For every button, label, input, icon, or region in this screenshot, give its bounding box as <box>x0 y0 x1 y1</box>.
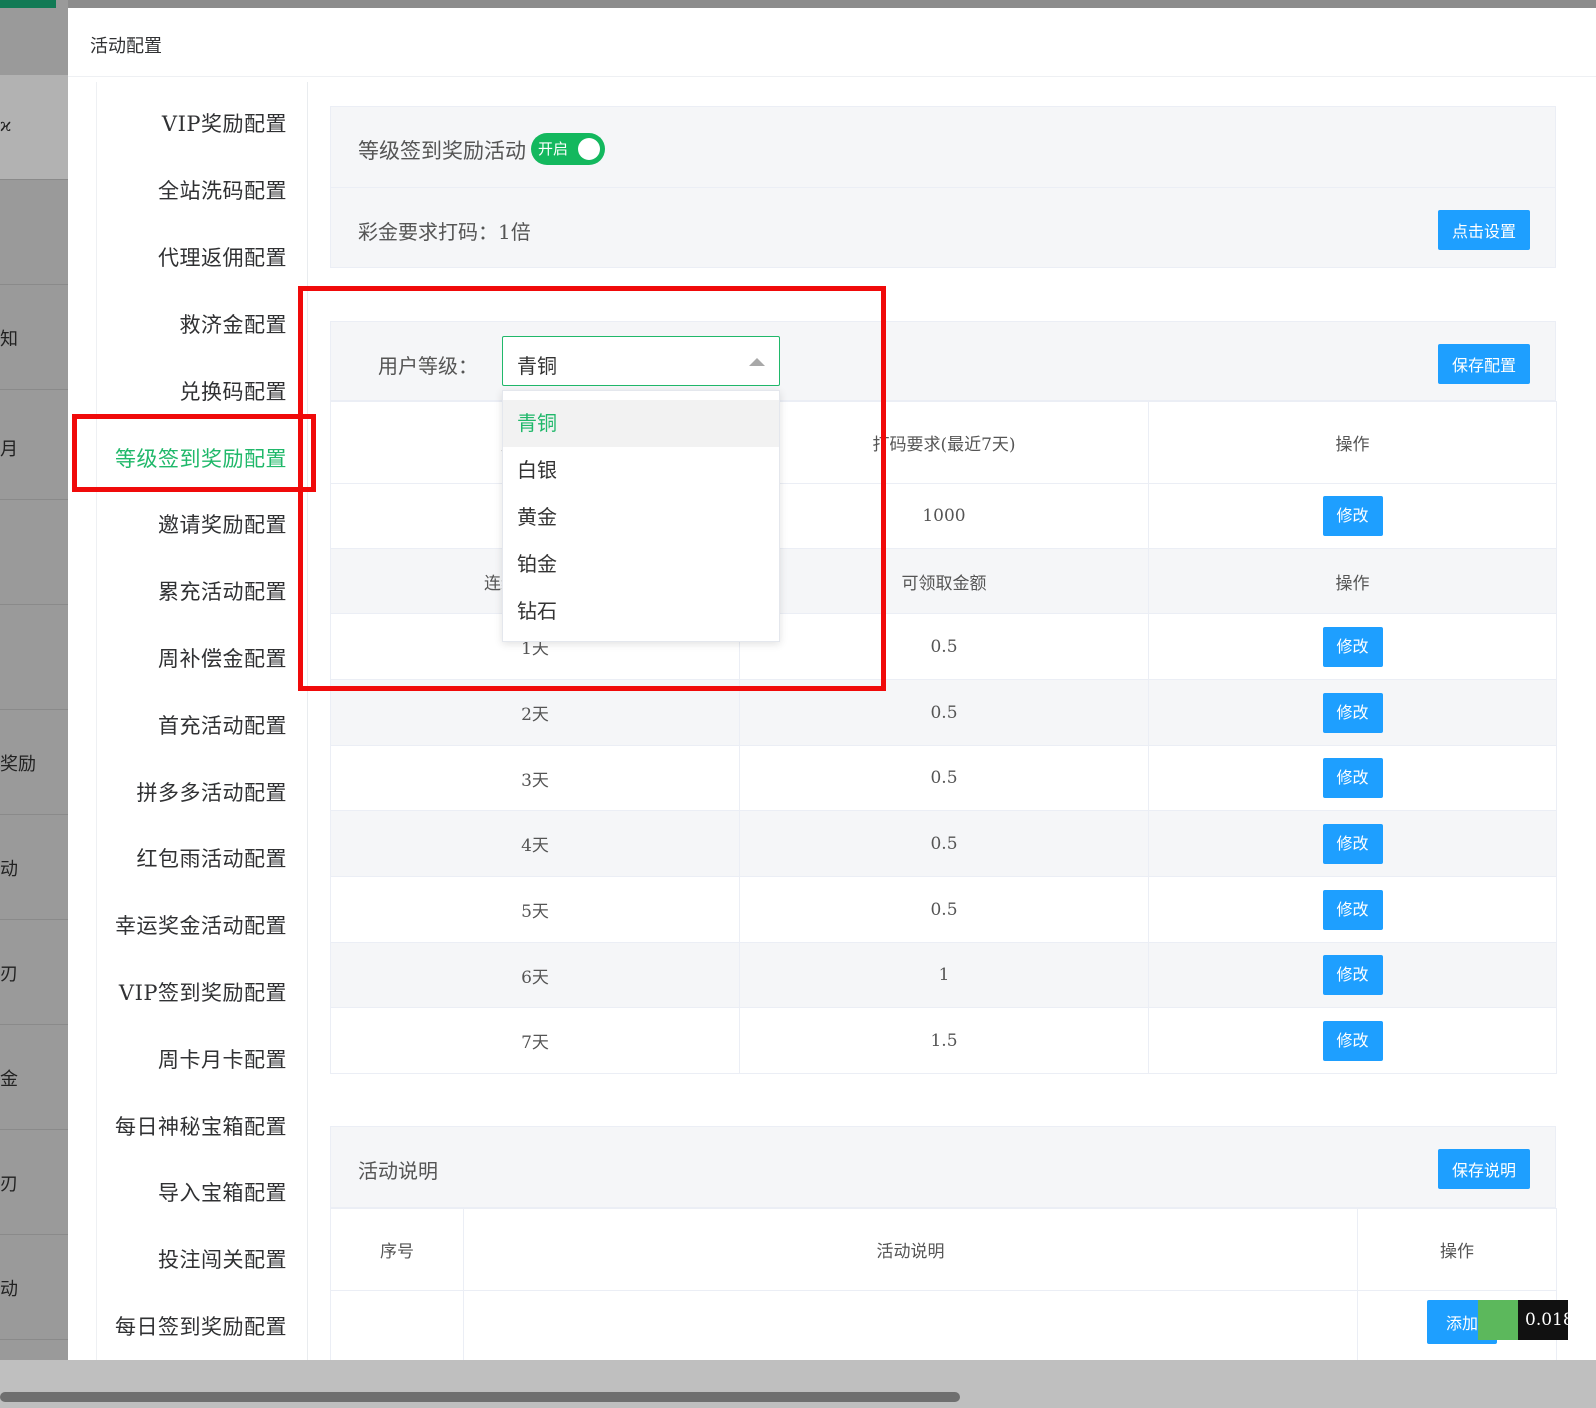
table-row: 5天 0.5 修改 <box>330 876 1557 943</box>
cell-amount: 0.5 <box>739 613 1149 680</box>
cell-days: 7天 <box>330 1007 740 1074</box>
caret-up-icon <box>749 358 765 366</box>
table-row: 7天 1.5 修改 <box>330 1007 1557 1074</box>
cell-days: 2天 <box>330 679 740 746</box>
description-table: 序号 活动说明 操作 <box>330 1208 1557 1360</box>
bg-nav-item: 刃 <box>0 1130 68 1235</box>
table-row: 3天 0.5 修改 <box>330 745 1557 811</box>
cell-days: 5天 <box>330 876 740 943</box>
edit-day-button[interactable]: 修改 <box>1322 889 1383 930</box>
menu-item-first-deposit[interactable]: 首充活动配置 <box>158 710 287 740</box>
table-row: 2天 0.5 修改 <box>330 679 1557 746</box>
bg-nav-item: 刃 <box>0 920 68 1025</box>
menu-item-redeem-code[interactable]: 兑换码配置 <box>180 376 288 406</box>
option-diamond[interactable]: 钻石 <box>503 588 779 635</box>
background-topbar <box>0 0 56 8</box>
app-logo-icon <box>1478 1300 1518 1340</box>
cell-days: 6天 <box>330 942 740 1008</box>
option-silver[interactable]: 白银 <box>503 447 779 494</box>
menu-item-red-packet-rain[interactable]: 红包雨活动配置 <box>137 843 288 873</box>
option-bronze[interactable]: 青铜 <box>503 400 779 447</box>
config-menu: VIP奖励配置 全站洗码配置 代理返佣配置 救济金配置 兑换码配置 等级签到奖励… <box>96 82 308 1360</box>
bg-nav-item: 知 <box>0 285 68 390</box>
menu-item-daily-checkin[interactable]: 每日签到奖励配置 <box>115 1311 287 1341</box>
horizontal-scrollbar[interactable] <box>0 1392 960 1402</box>
menu-item-cumulative-deposit[interactable]: 累充活动配置 <box>158 576 287 606</box>
background-footer <box>0 1360 1596 1408</box>
user-level-select[interactable]: 青铜 <box>502 336 780 386</box>
description-title: 活动说明 <box>358 1159 438 1183</box>
bg-nav-item: 动 <box>0 1235 68 1340</box>
cell-amount: 0.5 <box>739 679 1149 746</box>
menu-item-vip-checkin[interactable]: VIP签到奖励配置 <box>119 977 287 1007</box>
bg-nav-item <box>0 605 68 710</box>
cell-amount: 1.5 <box>739 1007 1149 1074</box>
bg-nav-item: 月 <box>0 395 68 500</box>
header-action: 操作 <box>1357 1208 1557 1291</box>
timer-badge: 0.018 <box>1518 1300 1574 1340</box>
background-sidebar: ϰ 知 月 奖励 动 刃 金 刃 动 <box>0 0 68 1360</box>
option-platinum[interactable]: 铂金 <box>503 541 779 588</box>
menu-item-weekly-compensation[interactable]: 周补偿金配置 <box>158 643 287 673</box>
cell-days: 3天 <box>330 745 740 811</box>
card-divider <box>331 187 1555 188</box>
edit-day-button[interactable]: 修改 <box>1322 955 1383 995</box>
header-action: 操作 <box>1148 548 1557 614</box>
option-gold[interactable]: 黄金 <box>503 494 779 541</box>
toggle-knob <box>578 138 600 160</box>
menu-item-vip-reward[interactable]: VIP奖励配置 <box>162 108 287 138</box>
menu-item-rebate[interactable]: 全站洗码配置 <box>158 175 287 205</box>
user-level-label: 用户等级： <box>378 354 478 378</box>
bg-nav-item: ϰ <box>0 75 68 180</box>
edit-day-button[interactable]: 修改 <box>1322 823 1383 864</box>
bg-nav-item: 奖励 <box>0 710 68 815</box>
cell-amount: 0.5 <box>739 876 1149 943</box>
bg-nav-item: 动 <box>0 815 68 920</box>
menu-item-daily-mystery-box[interactable]: 每日神秘宝箱配置 <box>115 1111 287 1141</box>
user-level-dropdown: 青铜 白银 黄金 铂金 钻石 <box>502 390 780 642</box>
save-description-button[interactable]: 保存说明 <box>1438 1149 1530 1189</box>
header-amount: 可领取金额 <box>739 548 1149 614</box>
menu-item-level-checkin[interactable]: 等级签到奖励配置 <box>115 443 287 473</box>
set-bonus-button[interactable]: 点击设置 <box>1438 210 1530 250</box>
modal-divider <box>68 76 1596 77</box>
menu-item-lucky-bonus[interactable]: 幸运奖金活动配置 <box>115 910 287 940</box>
header-action: 操作 <box>1148 401 1557 484</box>
cell-requirement: 1000 <box>739 483 1149 549</box>
selected-level: 青铜 <box>517 354 557 378</box>
save-config-button[interactable]: 保存配置 <box>1438 344 1530 384</box>
edit-day-button[interactable]: 修改 <box>1322 692 1383 733</box>
cell-days: 4天 <box>330 810 740 877</box>
toggle-label: 开启 <box>538 140 569 158</box>
cell-amount: 0.5 <box>739 745 1149 811</box>
bg-nav-item <box>0 180 68 285</box>
edit-requirement-button[interactable]: 修改 <box>1322 496 1383 536</box>
bonus-requirement-text: 彩金要求打码：1倍 <box>358 220 531 244</box>
table-row: 6天 1 修改 <box>330 942 1557 1008</box>
edit-day-button[interactable]: 修改 <box>1322 758 1383 798</box>
edit-day-button[interactable]: 修改 <box>1322 1020 1383 1061</box>
bg-nav-item <box>0 500 68 605</box>
menu-item-week-month-card[interactable]: 周卡月卡配置 <box>158 1044 287 1074</box>
menu-item-relief-fund[interactable]: 救济金配置 <box>180 309 288 339</box>
activity-title: 等级签到奖励活动 <box>358 139 526 163</box>
menu-item-import-box[interactable]: 导入宝箱配置 <box>158 1177 287 1207</box>
activity-config-modal: 活动配置 VIP奖励配置 全站洗码配置 代理返佣配置 救济金配置 兑换码配置 等… <box>68 8 1596 1360</box>
menu-item-agent-commission[interactable]: 代理返佣配置 <box>158 242 287 272</box>
activity-toggle[interactable]: 开启 <box>531 133 605 165</box>
header-index: 序号 <box>330 1208 464 1291</box>
menu-item-invite-reward[interactable]: 邀请奖励配置 <box>158 509 287 539</box>
header-description: 活动说明 <box>463 1208 1358 1291</box>
header-bet-requirement: 打码要求(最近7天) <box>739 401 1149 484</box>
menu-item-bet-challenge[interactable]: 投注闯关配置 <box>158 1244 287 1274</box>
table-row: 4天 0.5 修改 <box>330 810 1557 877</box>
activity-status-card: 等级签到奖励活动 开启 彩金要求打码：1倍 点击设置 <box>330 106 1556 268</box>
modal-title: 活动配置 <box>90 36 162 57</box>
cell-amount: 1 <box>739 942 1149 1008</box>
description-card-header: 活动说明 保存说明 <box>330 1126 1556 1208</box>
bg-nav-item: 金 <box>0 1025 68 1130</box>
edit-day-button[interactable]: 修改 <box>1322 626 1383 667</box>
menu-item-group-buy[interactable]: 拼多多活动配置 <box>137 777 288 807</box>
cell-amount: 0.5 <box>739 810 1149 877</box>
